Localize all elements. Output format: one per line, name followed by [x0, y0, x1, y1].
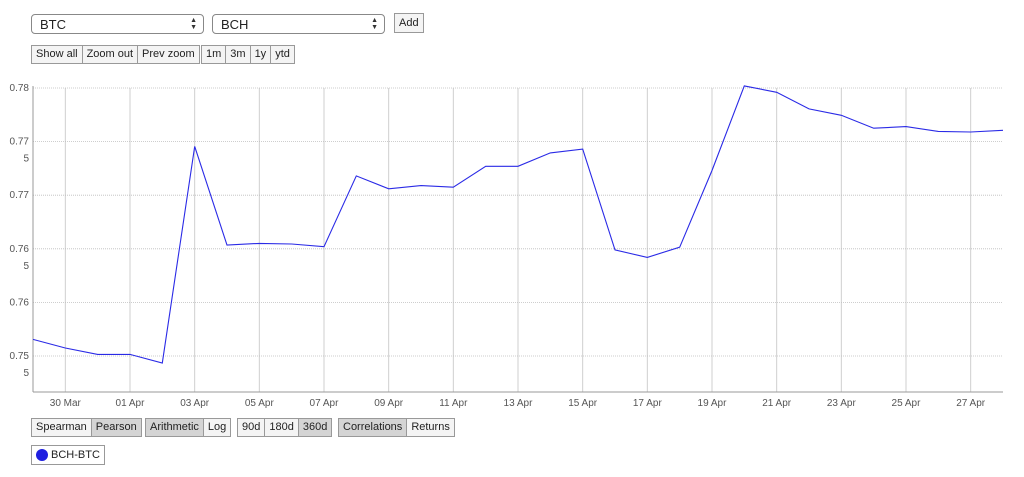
- zoom-out-button[interactable]: Zoom out: [82, 46, 139, 63]
- range-1y-button[interactable]: 1y: [250, 46, 272, 63]
- spearman-button[interactable]: Spearman: [32, 419, 92, 436]
- x-tick-label: 03 Apr: [180, 398, 210, 409]
- log-button[interactable]: Log: [203, 419, 231, 436]
- pearson-button[interactable]: Pearson: [91, 419, 141, 436]
- legend-label: BCH-BTC: [51, 449, 100, 461]
- y-tick-label-continuation: 5: [23, 261, 29, 272]
- returns-button[interactable]: Returns: [407, 419, 454, 436]
- x-tick-label: 01 Apr: [116, 398, 146, 409]
- show-all-button[interactable]: Show all: [32, 46, 83, 63]
- range-1m-button[interactable]: 1m: [202, 46, 227, 63]
- window-180d-button[interactable]: 180d: [265, 419, 299, 436]
- select-arrows-icon: ▲ ▼: [190, 17, 197, 31]
- y-tick-label: 0.78: [10, 83, 30, 94]
- x-tick-label: 13 Apr: [504, 398, 534, 409]
- range-3m-button[interactable]: 3m: [226, 46, 251, 63]
- arithmetic-button[interactable]: Arithmetic: [146, 419, 204, 436]
- y-tick-label: 0.77: [10, 137, 30, 148]
- x-tick-label: 09 Apr: [374, 398, 404, 409]
- y-tick-label: 0.76: [10, 297, 30, 308]
- x-tick-label: 27 Apr: [956, 398, 986, 409]
- y-tick-label: 0.77: [10, 190, 30, 201]
- x-tick-label: 21 Apr: [762, 398, 792, 409]
- second-asset-value: BCH: [221, 17, 249, 32]
- x-tick-label: 30 Mar: [50, 398, 82, 409]
- x-tick-label: 23 Apr: [827, 398, 857, 409]
- x-tick-label: 05 Apr: [245, 398, 275, 409]
- window-360d-button[interactable]: 360d: [298, 419, 332, 436]
- legend-color-swatch: [36, 449, 48, 461]
- select-arrows-icon: ▲ ▼: [371, 17, 378, 31]
- window-controls: 90d 180d 360d: [237, 418, 333, 437]
- correlations-button[interactable]: Correlations: [339, 419, 408, 436]
- window-90d-button[interactable]: 90d: [238, 419, 266, 436]
- x-tick-label: 25 Apr: [892, 398, 922, 409]
- x-tick-label: 15 Apr: [568, 398, 598, 409]
- y-tick-label-continuation: 5: [23, 368, 29, 379]
- x-tick-label: 07 Apr: [310, 398, 340, 409]
- y-tick-label: 0.75: [10, 351, 30, 362]
- legend-item[interactable]: BCH-BTC: [31, 445, 105, 465]
- range-controls: 1m 3m 1y ytd: [201, 45, 295, 64]
- correlation-chart: 0.78 0.77 5 0.77 0.76 5 0.76 0.75 5 30 Mar 01 Apr…: [10, 83, 1004, 409]
- first-asset-select[interactable]: BTC ▲ ▼: [31, 14, 204, 34]
- method-controls: Spearman Pearson: [31, 418, 142, 437]
- x-tick-label: 17 Apr: [633, 398, 663, 409]
- zoom-controls: Show all Zoom out Prev zoom: [31, 45, 200, 64]
- add-button[interactable]: Add: [394, 13, 424, 33]
- range-ytd-button[interactable]: ytd: [271, 46, 294, 63]
- x-tick-label: 19 Apr: [698, 398, 728, 409]
- y-tick-label-continuation: 5: [23, 154, 29, 165]
- second-asset-select[interactable]: BCH ▲ ▼: [212, 14, 385, 34]
- prev-zoom-button[interactable]: Prev zoom: [138, 46, 199, 63]
- y-tick-label: 0.76: [10, 244, 30, 255]
- view-controls: Correlations Returns: [338, 418, 455, 437]
- x-tick-label: 11 Apr: [439, 398, 468, 409]
- scale-controls: Arithmetic Log: [145, 418, 232, 437]
- first-asset-value: BTC: [40, 17, 66, 32]
